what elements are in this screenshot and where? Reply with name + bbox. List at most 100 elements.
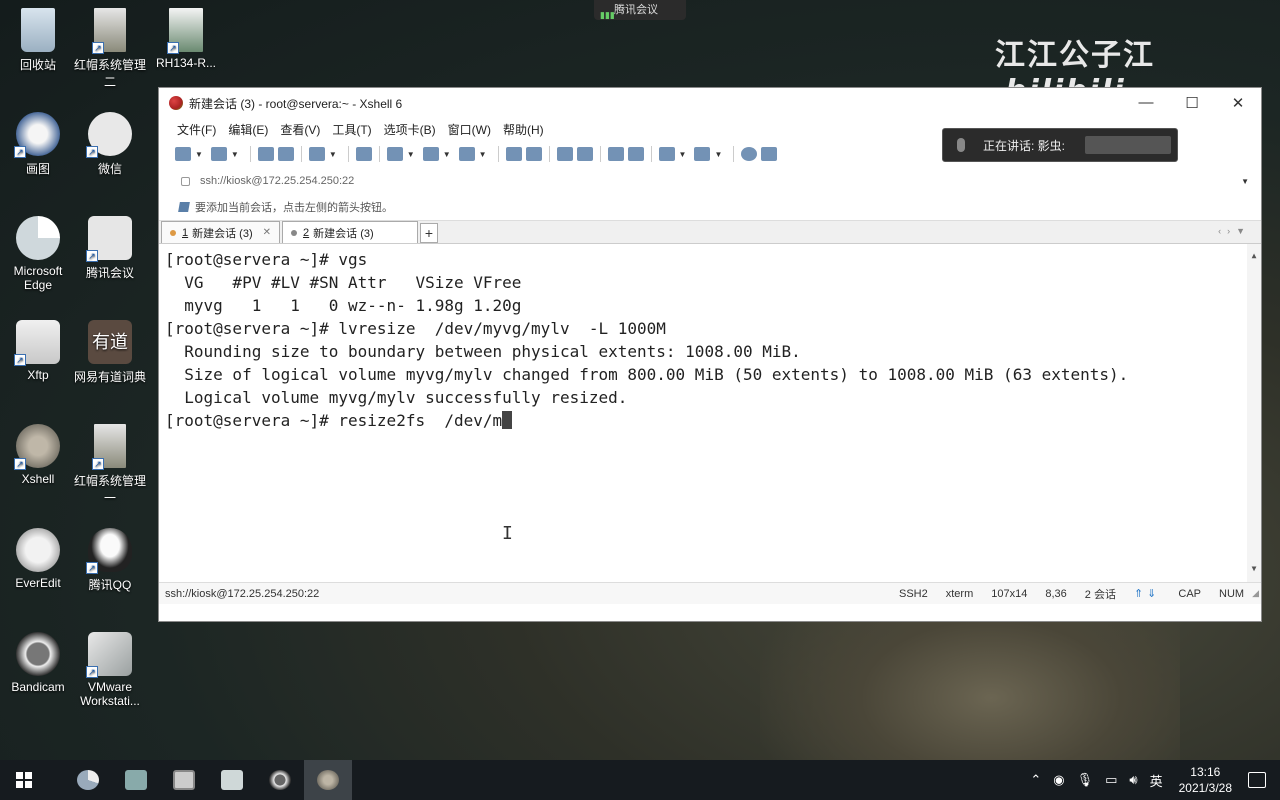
desktop-icon-label: 腾讯QQ [88,578,132,592]
add-tab-button[interactable]: + [420,223,439,243]
properties-icon[interactable] [308,147,325,161]
tray-app-icon[interactable]: ◉ [1053,772,1064,788]
desktop-icon-tencent-meeting[interactable]: ↗ 腾讯会议 [72,216,148,281]
volume-icon[interactable]: 🔊︎ [1129,772,1137,788]
speaking-label: 正在讲话: 影虫: [983,138,1066,153]
folder-icon [125,770,147,790]
terminal-line: VG #PV #LV #SN Attr VSize VFree [165,273,522,292]
session-nav-icons[interactable]: ⇑⇓ [1134,587,1160,600]
clock[interactable]: 13:16 2021/3/28 [1179,764,1232,796]
close-tab-icon[interactable]: ✕ [263,227,271,238]
desktop-icon-qq[interactable]: ↗ 腾讯QQ [72,528,148,593]
status-sessions: 2 会话 [1084,588,1116,601]
terminal-line: Size of logical volume myvg/mylv changed… [165,365,1129,384]
watermark-text: 江江公子江 [995,38,1155,73]
desktop-icon-label: 回收站 [19,58,56,72]
terminal-line: myvg 1 1 0 wz--n- 1.98g 1.20g [165,296,522,315]
help-icon[interactable] [741,147,758,161]
resize-grip-icon[interactable]: ◢ [1252,588,1259,599]
tab-label: 新建会话 (3) [192,227,253,240]
menu-tools[interactable]: 工具(T) [332,121,371,138]
taskbar-xshell[interactable] [304,760,352,800]
find-icon[interactable] [355,147,372,161]
transfer-icon[interactable] [386,147,403,161]
lock-icon[interactable] [576,147,593,161]
address-bar[interactable]: ssh://kiosk@172.25.254.250:22 ▼ [159,168,1261,194]
menu-edit[interactable]: 编辑(E) [228,121,268,138]
terminal-line: Rounding size to boundary between physic… [165,342,801,361]
everedit-icon [16,528,60,572]
desktop-icon-everedit[interactable]: EverEdit [0,528,76,590]
desktop-icon-label: 网易有道词典 [73,370,146,384]
tab-scroll-icons[interactable]: ‹›▼ [1218,226,1251,236]
address-dropdown-icon[interactable]: ▼ [1241,177,1249,186]
desktop-icon-recycle-bin[interactable]: 回收站 [0,8,76,73]
desktop-icon-label: EverEdit [15,576,61,590]
desktop-icon-xftp[interactable]: ↗ Xftp [0,320,76,382]
desktop-icon-edge[interactable]: Microsoft Edge [0,216,76,292]
paint-icon: ↗ [14,112,60,158]
close-button[interactable]: ✕ [1215,94,1261,112]
desktop-icon-wechat[interactable]: ↗ 微信 [72,112,148,177]
desktop-icon-xshell[interactable]: ↗ Xshell [0,424,76,486]
taskbar-file-explorer[interactable] [112,760,160,800]
disconnect-icon[interactable] [277,147,294,161]
taskbar-tencent-meeting[interactable] [208,760,256,800]
session-status-icon [291,229,298,236]
desktop-icon-youdao[interactable]: 有道 网易有道词典 [72,320,148,385]
open-icon[interactable] [210,147,227,161]
maximize-button[interactable]: ☐ [1169,94,1215,112]
highlight-icon[interactable] [627,147,644,161]
tab-session-1[interactable]: 1 新建会话 (3) ✕ [161,221,281,243]
menu-view[interactable]: 查看(V) [280,121,320,138]
desktop-icon-paint[interactable]: ↗ 画图 [0,112,76,177]
tencent-meeting-icon: ↗ [86,216,132,262]
new-session-icon[interactable] [175,147,191,161]
menu-window[interactable]: 窗口(W) [448,121,491,138]
chat-icon[interactable] [761,147,778,161]
window-titlebar[interactable]: 新建会话 (3) - root@servera:~ - Xshell 6 — ☐… [159,88,1261,118]
arrow-icon[interactable] [178,202,190,212]
terminal-area[interactable]: [root@servera ~]# vgs VG #PV #LV #SN Att… [159,244,1261,582]
add-tab-icon[interactable] [658,147,675,161]
tencent-meeting-topbar[interactable]: ▮▮▮ 腾讯会议 [594,0,686,20]
bandicam-icon [269,770,291,790]
scroll-down-icon[interactable]: ▼ [1247,557,1261,580]
desktop-icon-rh134[interactable]: ↗ RH134-R... [148,8,224,70]
terminal-scrollbar[interactable]: ▲ ▼ [1247,244,1261,582]
chevron-up-icon[interactable]: ⌃ [1030,772,1041,788]
network-icon[interactable]: ▭ [1105,772,1117,788]
microphone-icon[interactable]: 🎙︎ [1077,772,1094,788]
ime-indicator[interactable]: 英 [1150,771,1163,790]
desktop-icon-label: 红帽系统管理一 [73,474,146,505]
scroll-up-icon[interactable]: ▲ [1247,244,1261,267]
status-protocol: SSH2 [899,587,928,600]
keyboard-icon[interactable] [607,147,624,161]
taskbar-vmware[interactable] [160,760,208,800]
terminal-line: [root@servera ~]# lvresize /dev/myvg/myl… [165,319,666,338]
desktop-icon-rh-admin-1[interactable]: ↗ 红帽系统管理一 [72,424,148,506]
start-button[interactable] [0,760,48,800]
bandicam-icon [16,632,60,676]
taskbar-edge[interactable] [64,760,112,800]
desktop-icon-rh-admin-2[interactable]: ↗ 红帽系统管理二 [72,8,148,90]
desktop-icon-bandicam[interactable]: Bandicam [0,632,76,694]
font-icon[interactable] [458,147,475,161]
xftp-toolbar-icon[interactable] [505,147,522,161]
menu-help[interactable]: 帮助(H) [503,121,544,138]
document-shortcut-icon: ↗ [92,8,126,54]
taskbar-bandicam[interactable] [256,760,304,800]
fullscreen-icon[interactable] [556,147,573,161]
layout-icon[interactable] [694,147,711,161]
tab-session-2[interactable]: 2 新建会话 (3) [282,221,419,243]
xmanager-icon[interactable] [525,147,542,161]
menu-tabs[interactable]: 选项卡(B) [384,121,436,138]
desktop-icon-vmware[interactable]: ↗ VMware Workstati... [72,632,148,708]
signal-icon: ▮▮▮ [600,10,615,20]
menu-file[interactable]: 文件(F) [177,121,216,138]
minimize-button[interactable]: — [1123,94,1169,112]
globe-icon[interactable] [422,147,439,161]
notification-icon[interactable] [1248,772,1266,788]
address-text: ssh://kiosk@172.25.254.250:22 [200,175,355,187]
reconnect-icon[interactable] [257,147,274,161]
